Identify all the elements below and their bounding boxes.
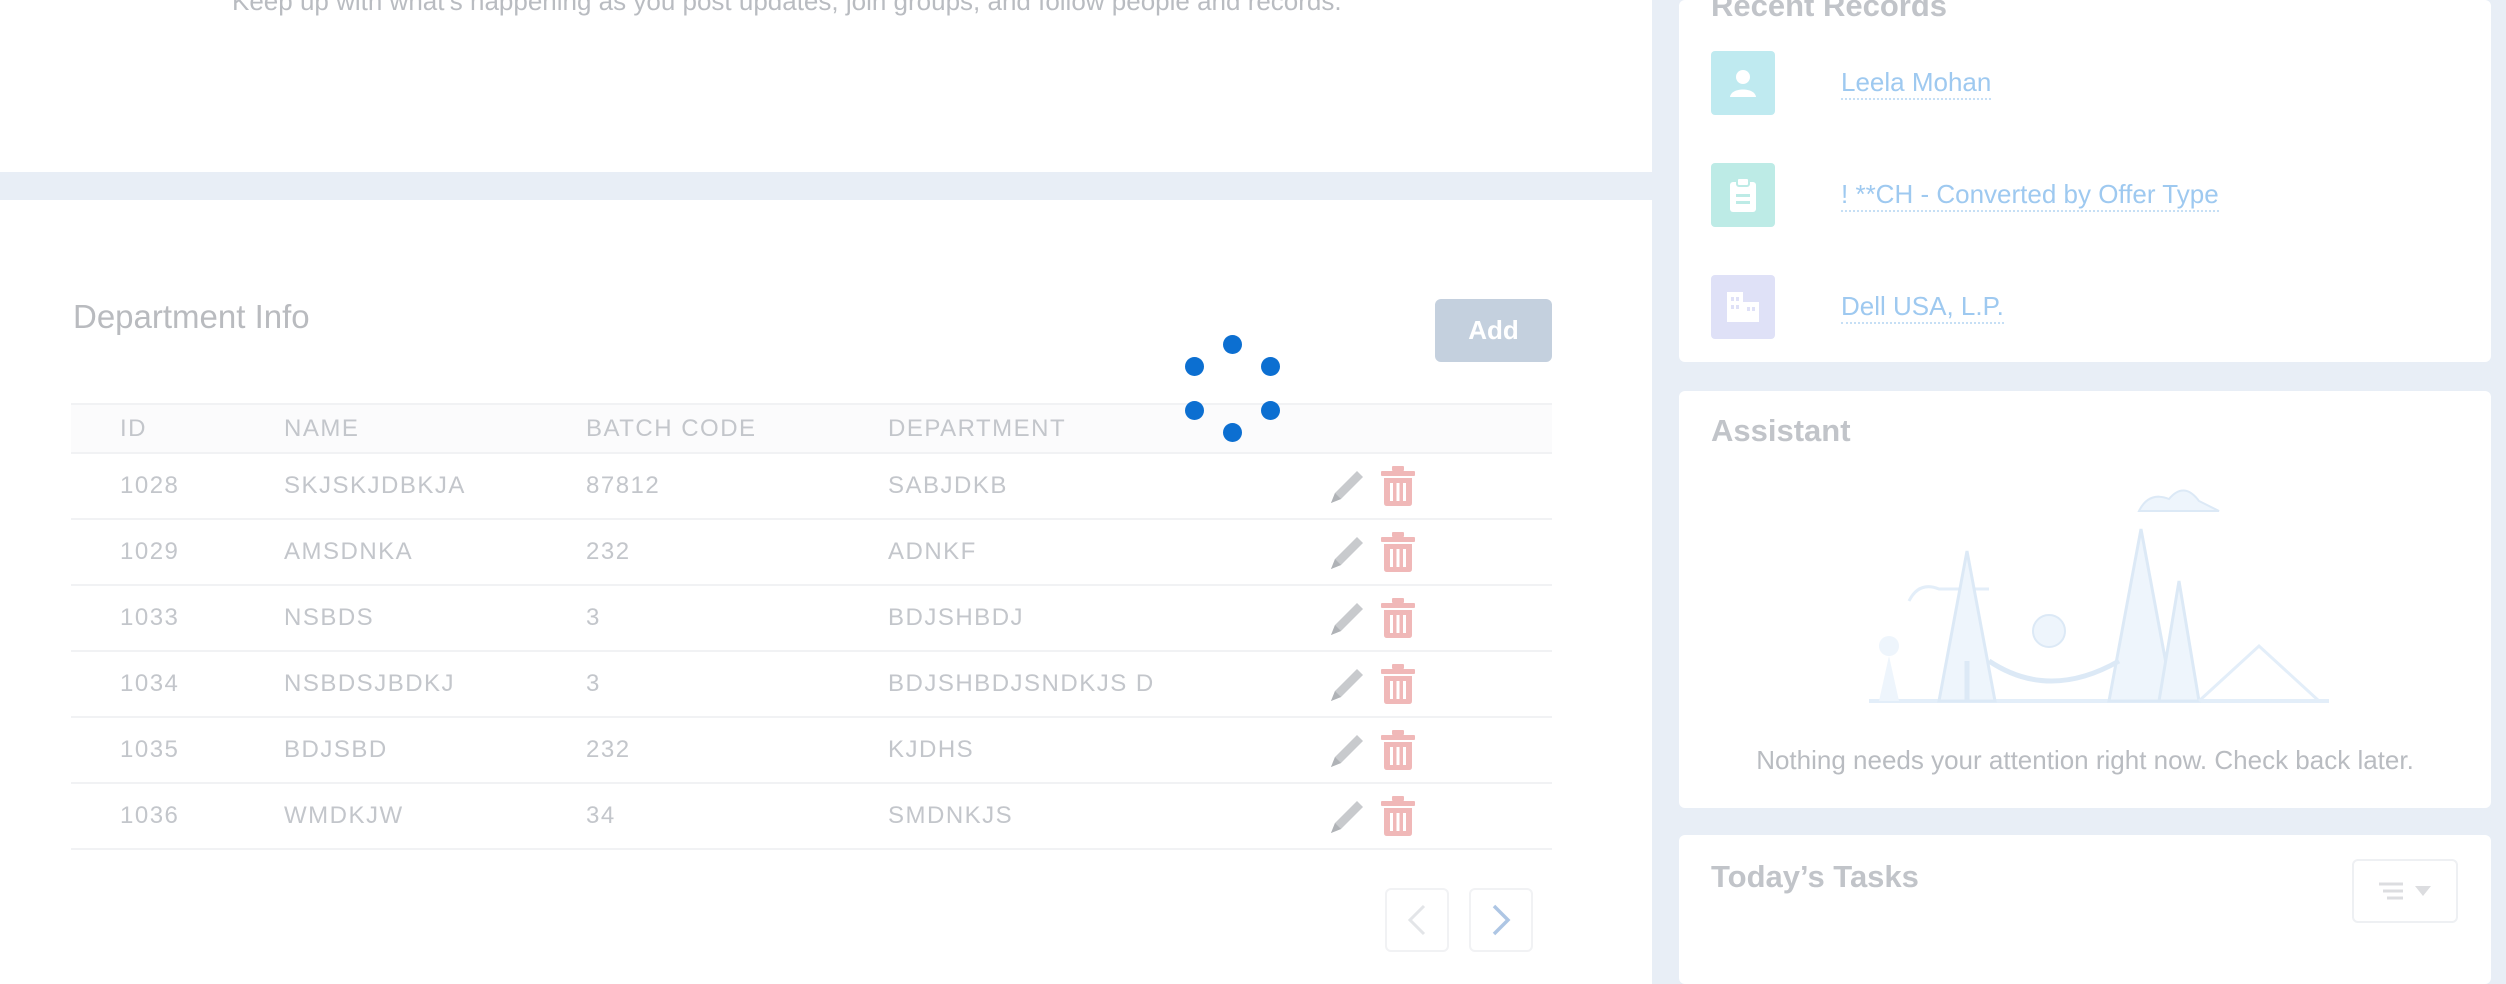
assistant-card: Assistant Nothing needs your attention r… bbox=[1679, 391, 2491, 808]
recent-record-item: Leela Mohan bbox=[1711, 51, 1992, 115]
camping-illustration bbox=[1869, 489, 2329, 703]
name-cell: NSBDSJBDKJ bbox=[284, 651, 586, 718]
trash-icon[interactable] bbox=[1375, 727, 1421, 773]
recent-records-card: Recent Records Leela Mohan ! **CH - Conv… bbox=[1679, 0, 2491, 362]
table-row: 1035 BDJSBD 232 KJDHS bbox=[71, 717, 1552, 784]
table-row: 1029 AMSDNKA 232 ADNKF bbox=[71, 519, 1552, 586]
department-cell: KJDHS bbox=[888, 717, 1325, 784]
tasks-title: Today’s Tasks bbox=[1711, 859, 1919, 894]
tasks-card: Today’s Tasks bbox=[1679, 835, 2491, 984]
batch-code-cell: 3 bbox=[586, 585, 888, 652]
table-row: 1033 NSBDS 3 BDJSHBDJ bbox=[71, 585, 1552, 652]
clipboard-icon bbox=[1711, 163, 1775, 227]
table-header-row: ID NAME BATCH CODE DEPARTMENT bbox=[71, 403, 1552, 454]
recent-record-item: ! **CH - Converted by Offer Type bbox=[1711, 163, 2219, 227]
pencil-icon[interactable] bbox=[1325, 793, 1371, 839]
spinner-dot bbox=[1261, 401, 1280, 420]
batch-code-cell: 3 bbox=[586, 651, 888, 718]
actions-cell bbox=[1325, 651, 1552, 718]
recent-record-link[interactable]: Dell USA, L.P. bbox=[1841, 291, 2004, 324]
chevron-left-icon bbox=[1407, 904, 1426, 936]
assistant-title: Assistant bbox=[1711, 413, 1851, 448]
sort-icon bbox=[2379, 882, 2403, 900]
row-actions bbox=[1325, 529, 1552, 575]
loading-spinner bbox=[1180, 335, 1286, 450]
name-cell: BDJSBD bbox=[284, 717, 586, 784]
pencil-icon[interactable] bbox=[1325, 595, 1371, 641]
feed-description: Keep up with what’s happening as you pos… bbox=[232, 0, 1342, 16]
department-cell: BDJSHBDJ bbox=[888, 585, 1325, 652]
column-header-id: ID bbox=[71, 403, 284, 454]
assistant-message: Nothing needs your attention right now. … bbox=[1756, 745, 2414, 775]
department-cell: SMDNKJS bbox=[888, 783, 1325, 850]
row-actions bbox=[1325, 595, 1552, 641]
id-cell: 1034 bbox=[71, 651, 284, 718]
recent-records-title: Recent Records bbox=[1711, 0, 1948, 23]
trash-icon[interactable] bbox=[1375, 595, 1421, 641]
pencil-icon[interactable] bbox=[1325, 463, 1371, 509]
id-cell: 1033 bbox=[71, 585, 284, 652]
feed-panel: Keep up with what’s happening as you pos… bbox=[0, 0, 1652, 172]
spinner-dot bbox=[1223, 335, 1242, 354]
table-row: 1034 NSBDSJBDKJ 3 BDJSHBDJSNDKJS D bbox=[71, 651, 1552, 718]
id-cell: 1035 bbox=[71, 717, 284, 784]
recent-record-item: Dell USA, L.P. bbox=[1711, 275, 2004, 339]
add-button[interactable]: Add bbox=[1435, 299, 1552, 362]
id-cell: 1028 bbox=[71, 453, 284, 520]
batch-code-cell: 87812 bbox=[586, 453, 888, 520]
actions-cell bbox=[1325, 519, 1552, 586]
department-cell: ADNKF bbox=[888, 519, 1325, 586]
actions-cell bbox=[1325, 717, 1552, 784]
name-cell: NSBDS bbox=[284, 585, 586, 652]
person-icon bbox=[1711, 51, 1775, 115]
batch-code-cell: 232 bbox=[586, 519, 888, 586]
table-row: 1036 WMDKJW 34 SMDNKJS bbox=[71, 783, 1552, 850]
actions-cell bbox=[1325, 585, 1552, 652]
spinner-dot bbox=[1185, 401, 1204, 420]
name-cell: AMSDNKA bbox=[284, 519, 586, 586]
batch-code-cell: 232 bbox=[586, 717, 888, 784]
pencil-icon[interactable] bbox=[1325, 727, 1371, 773]
spinner-dot bbox=[1185, 357, 1204, 376]
recent-record-link[interactable]: Leela Mohan bbox=[1841, 67, 1992, 100]
trash-icon[interactable] bbox=[1375, 793, 1421, 839]
name-cell: SKJSKJDBKJA bbox=[284, 453, 586, 520]
id-cell: 1036 bbox=[71, 783, 284, 850]
chevron-right-icon bbox=[1492, 904, 1511, 936]
id-cell: 1029 bbox=[71, 519, 284, 586]
actions-cell bbox=[1325, 783, 1552, 850]
recent-record-link[interactable]: ! **CH - Converted by Offer Type bbox=[1841, 179, 2219, 212]
actions-cell bbox=[1325, 453, 1552, 520]
row-actions bbox=[1325, 727, 1552, 773]
department-panel: Department Info Add ID NAME BATCH CODE D… bbox=[0, 200, 1652, 984]
department-cell: SABJDKB bbox=[888, 453, 1325, 520]
pencil-icon[interactable] bbox=[1325, 661, 1371, 707]
spinner-dot bbox=[1223, 423, 1242, 442]
batch-code-cell: 34 bbox=[586, 783, 888, 850]
previous-page-button[interactable] bbox=[1385, 888, 1449, 952]
task-filter-button[interactable] bbox=[2352, 859, 2458, 923]
name-cell: WMDKJW bbox=[284, 783, 586, 850]
trash-icon[interactable] bbox=[1375, 661, 1421, 707]
trash-icon[interactable] bbox=[1375, 463, 1421, 509]
department-cell: BDJSHBDJSNDKJS D bbox=[888, 651, 1325, 718]
spinner-dot bbox=[1261, 357, 1280, 376]
next-page-button[interactable] bbox=[1469, 888, 1533, 952]
row-actions bbox=[1325, 463, 1552, 509]
chevron-down-icon bbox=[2415, 886, 2431, 896]
table-row: 1028 SKJSKJDBKJA 87812 SABJDKB bbox=[71, 453, 1552, 520]
department-table: ID NAME BATCH CODE DEPARTMENT 1028 SKJSKJ… bbox=[71, 403, 1552, 850]
row-actions bbox=[1325, 661, 1552, 707]
trash-icon[interactable] bbox=[1375, 529, 1421, 575]
column-header-name: NAME bbox=[284, 403, 586, 454]
section-title: Department Info bbox=[73, 298, 310, 335]
row-actions bbox=[1325, 793, 1552, 839]
column-header-actions bbox=[1325, 403, 1552, 454]
pencil-icon[interactable] bbox=[1325, 529, 1371, 575]
building-icon bbox=[1711, 275, 1775, 339]
column-header-batch-code: BATCH CODE bbox=[586, 403, 888, 454]
